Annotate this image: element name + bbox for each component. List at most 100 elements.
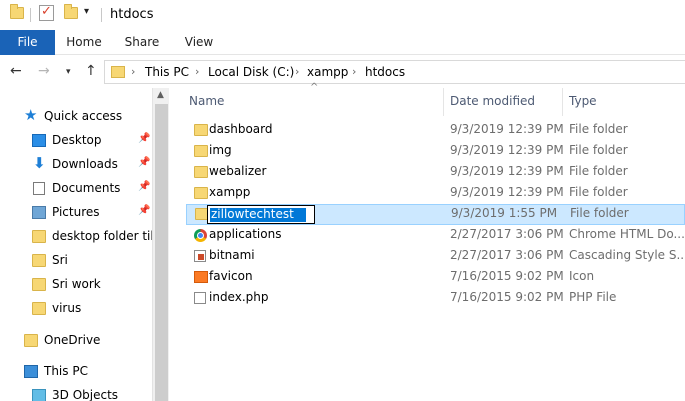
pin-icon[interactable]: 📌 xyxy=(138,205,150,216)
file-date: 9/3/2019 12:39 PM xyxy=(450,185,564,199)
chevron-right-icon[interactable]: › xyxy=(352,65,356,78)
file-type: PHP File xyxy=(569,290,617,304)
ribbon-tabs: File Home Share View xyxy=(0,30,685,55)
file-row-zillowtechtest[interactable]: zillowtechtest 9/3/2019 1:55 PM File fol… xyxy=(186,204,685,225)
file-row-applications[interactable]: applications 2/27/2017 3:06 PM Chrome HT… xyxy=(186,225,685,246)
sidebar-item-quick-access[interactable]: ★ Quick access xyxy=(0,105,152,129)
document-icon xyxy=(33,182,45,195)
sidebar-item-label: Downloads xyxy=(52,157,118,171)
pin-icon[interactable]: 📌 xyxy=(138,181,150,192)
sidebar-item-onedrive[interactable]: OneDrive xyxy=(0,329,152,353)
file-row-dashboard[interactable]: dashboard 9/3/2019 12:39 PM File folder xyxy=(186,120,685,141)
file-row-xampp[interactable]: xampp 9/3/2019 12:39 PM File folder xyxy=(186,183,685,204)
sidebar-item-label: Documents xyxy=(52,181,121,195)
sidebar-item-label: 3D Objects xyxy=(52,388,119,401)
file-type: File folder xyxy=(569,143,628,157)
sidebar-item-label: virus xyxy=(52,301,82,315)
desktop-icon xyxy=(32,134,46,147)
file-type: Chrome HTML Do... xyxy=(569,227,685,241)
sidebar-item-downloads[interactable]: ⬇ Downloads 📌 xyxy=(0,153,152,177)
pin-icon[interactable]: 📌 xyxy=(138,133,150,144)
sidebar-item-sri-work[interactable]: Sri work xyxy=(0,273,152,297)
sidebar-item-this-pc[interactable]: This PC xyxy=(0,360,152,384)
computer-icon xyxy=(24,365,38,378)
breadcrumb-local-disk[interactable]: Local Disk (C:) xyxy=(208,65,294,79)
sidebar-item-desktop-folder[interactable]: desktop folder till 1 xyxy=(0,225,152,249)
title-bar: ✓ ▾ htdocs xyxy=(0,0,685,30)
window-title: htdocs xyxy=(110,7,154,22)
file-date: 7/16/2015 9:02 PM xyxy=(450,290,564,304)
sidebar-item-virus[interactable]: virus xyxy=(0,297,152,321)
recent-locations-chevron-icon[interactable]: ▾ xyxy=(66,67,71,77)
file-name: dashboard xyxy=(209,122,273,136)
file-type: File folder xyxy=(569,122,628,136)
sidebar-item-documents[interactable]: Documents 📌 xyxy=(0,177,152,201)
tab-home[interactable]: Home xyxy=(58,30,110,55)
navigation-pane: ★ Quick access Desktop 📌 ⬇ Downloads 📌 D… xyxy=(0,88,152,401)
column-header-name[interactable]: Name xyxy=(189,94,224,108)
forward-arrow-icon[interactable]: → xyxy=(38,63,50,79)
tab-share[interactable]: Share xyxy=(116,30,168,55)
navigation-bar: ← → ▾ ↑ › This PC › Local Disk (C:) › xa… xyxy=(0,56,685,88)
tab-view[interactable]: View xyxy=(173,30,225,55)
tab-file[interactable]: File xyxy=(0,30,55,55)
pin-icon[interactable]: 📌 xyxy=(138,157,150,168)
file-name: index.php xyxy=(209,290,269,304)
scrollbar-thumb[interactable] xyxy=(155,104,168,401)
folder-icon xyxy=(32,230,46,243)
folder-icon xyxy=(194,145,208,157)
column-header-date[interactable]: Date modified xyxy=(450,94,535,108)
file-name: favicon xyxy=(209,269,253,283)
breadcrumb-xampp[interactable]: xampp xyxy=(307,65,348,79)
folder-icon xyxy=(24,334,38,347)
scroll-up-arrow-icon[interactable]: ▲ xyxy=(157,90,164,100)
file-row-bitnami[interactable]: bitnami 2/27/2017 3:06 PM Cascading Styl… xyxy=(186,246,685,267)
file-type: File folder xyxy=(569,164,628,178)
file-list: ^ Name Date modified Type dashboard 9/3/… xyxy=(170,82,685,401)
file-name: webalizer xyxy=(209,164,267,178)
file-date: 9/3/2019 12:39 PM xyxy=(450,122,564,136)
breadcrumb-htdocs[interactable]: htdocs xyxy=(365,65,405,79)
navigation-scrollbar[interactable]: ▲ xyxy=(152,88,169,401)
chrome-icon xyxy=(194,229,207,242)
column-header-type[interactable]: Type xyxy=(569,94,597,108)
column-divider[interactable] xyxy=(562,88,563,116)
file-row-img[interactable]: img 9/3/2019 12:39 PM File folder xyxy=(186,141,685,162)
sidebar-item-label: Quick access xyxy=(44,109,123,123)
sidebar-item-3d-objects[interactable]: 3D Objects xyxy=(0,384,152,401)
file-date: 9/3/2019 12:39 PM xyxy=(450,143,564,157)
breadcrumb-this-pc[interactable]: This PC xyxy=(145,65,189,79)
address-bar[interactable]: › This PC › Local Disk (C:) › xampp › ht… xyxy=(104,60,685,84)
sidebar-item-pictures[interactable]: Pictures 📌 xyxy=(0,201,152,225)
chevron-right-icon[interactable]: › xyxy=(195,65,199,78)
column-divider[interactable] xyxy=(443,88,444,116)
folder-icon xyxy=(32,254,46,267)
sidebar-item-label: Pictures xyxy=(52,205,100,219)
folder-icon xyxy=(194,187,208,199)
file-type: Cascading Style S... xyxy=(569,248,685,262)
file-name: bitnami xyxy=(209,248,255,262)
sidebar-item-label: Desktop xyxy=(52,133,102,147)
properties-icon[interactable]: ✓ xyxy=(39,4,54,21)
folder-icon xyxy=(111,66,125,78)
customize-toolbar-icon[interactable]: ▾ xyxy=(84,6,89,17)
rename-field[interactable]: zillowtechtest xyxy=(207,205,315,224)
chevron-right-icon[interactable]: › xyxy=(295,65,299,78)
up-arrow-icon[interactable]: ↑ xyxy=(85,63,97,79)
file-name: img xyxy=(209,143,232,157)
folder-icon xyxy=(194,124,208,136)
sidebar-item-sri[interactable]: Sri xyxy=(0,249,152,273)
sidebar-item-desktop[interactable]: Desktop 📌 xyxy=(0,129,152,153)
file-row-index-php[interactable]: index.php 7/16/2015 9:02 PM PHP File xyxy=(186,288,685,309)
sidebar-item-label: Sri xyxy=(52,253,68,267)
sidebar-item-label: OneDrive xyxy=(44,333,101,347)
file-date: 2/27/2017 3:06 PM xyxy=(450,227,564,241)
download-icon: ⬇ xyxy=(33,154,46,172)
file-row-webalizer[interactable]: webalizer 9/3/2019 12:39 PM File folder xyxy=(186,162,685,183)
back-arrow-icon[interactable]: ← xyxy=(10,63,22,79)
new-folder-icon[interactable] xyxy=(64,4,78,19)
chevron-right-icon[interactable]: › xyxy=(131,65,135,78)
file-type: File folder xyxy=(570,206,629,220)
folder-icon xyxy=(32,278,46,291)
file-row-favicon[interactable]: favicon 7/16/2015 9:02 PM Icon xyxy=(186,267,685,288)
